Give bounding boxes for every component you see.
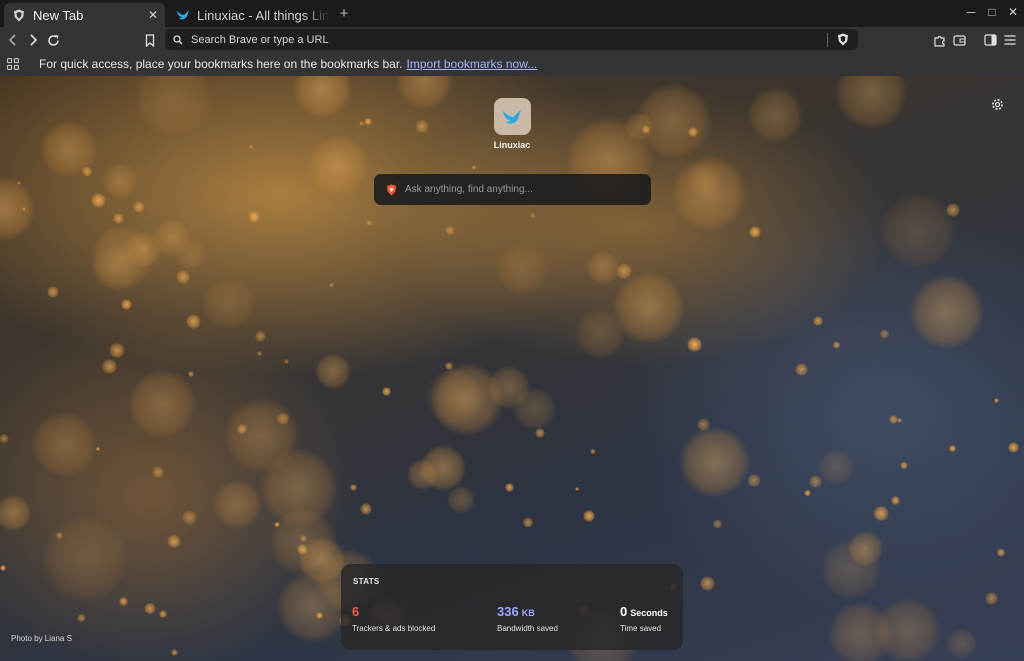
close-window-button[interactable]: ✕	[1005, 5, 1021, 19]
stat-trackers: 6 Trackers & ads blocked	[352, 604, 435, 633]
reload-button[interactable]	[44, 31, 62, 49]
tab-linuxiac[interactable]: Linuxiac - All things Linux	[168, 3, 330, 27]
extensions-button[interactable]	[930, 31, 948, 49]
settings-gear-icon[interactable]	[989, 96, 1005, 112]
search-icon	[171, 34, 185, 45]
sidebar-toggle-button[interactable]	[981, 31, 999, 49]
divider	[827, 32, 828, 47]
apps-grid-icon[interactable]	[7, 58, 21, 70]
tab-title: New Tab	[33, 7, 84, 23]
top-site-linuxiac[interactable]: Linuxiac	[492, 98, 532, 150]
forward-button[interactable]	[24, 31, 42, 49]
linuxiac-bird-icon	[503, 109, 521, 124]
tab-new-tab[interactable]: New Tab ✕	[4, 3, 165, 27]
new-tab-button[interactable]: +	[336, 5, 352, 22]
tab-strip: New Tab ✕ Linuxiac - All things Linux + …	[0, 0, 1024, 27]
brave-shields-icon[interactable]	[836, 33, 850, 46]
menu-button[interactable]	[1001, 31, 1019, 49]
bandwidth-unit: KB	[521, 608, 535, 618]
puzzle-icon	[933, 35, 945, 47]
bookmark-icon	[145, 33, 155, 47]
stats-widget: STATS 6 Trackers & ads blocked 336 KB Ban…	[341, 564, 683, 650]
reload-icon	[47, 34, 59, 46]
bookmarks-bar: For quick access, place your bookmarks h…	[0, 52, 1024, 76]
toolbar	[0, 27, 1024, 52]
bookmark-button[interactable]	[141, 31, 159, 49]
maximize-button[interactable]: □	[984, 5, 1000, 19]
bandwidth-value: 336	[497, 604, 519, 619]
sidebar-icon	[983, 34, 997, 46]
bandwidth-label: Bandwidth saved	[497, 624, 558, 633]
bookmarks-bar-message: For quick access, place your bookmarks h…	[39, 57, 403, 71]
trackers-label: Trackers & ads blocked	[352, 624, 436, 633]
top-site-name: Linuxiac	[493, 140, 531, 150]
minimize-button[interactable]: ─	[963, 5, 979, 19]
top-site-tile[interactable]	[493, 98, 531, 135]
import-bookmarks-link[interactable]: Import bookmarks now...	[407, 57, 538, 71]
back-button[interactable]	[4, 31, 22, 49]
time-value: 0	[620, 604, 628, 619]
tab-close-icon[interactable]: ✕	[145, 8, 161, 22]
wallet-button[interactable]	[950, 31, 968, 49]
linuxiac-bird-icon	[176, 8, 190, 22]
new-tab-page: Linuxiac STATS 6 Trackers & ads blocked …	[0, 76, 1024, 661]
ask-search-box[interactable]	[374, 174, 651, 205]
brave-logo-icon	[384, 184, 398, 196]
hamburger-menu-icon	[1004, 35, 1016, 45]
chevron-right-icon	[30, 34, 38, 46]
photo-credit: Photo by Liana S	[11, 634, 72, 643]
address-bar[interactable]	[165, 29, 858, 50]
chevron-left-icon	[8, 34, 16, 46]
stat-bandwidth: 336 KB Bandwidth saved	[497, 604, 558, 633]
address-input[interactable]	[191, 33, 827, 46]
time-unit: Seconds	[630, 608, 668, 618]
ask-input[interactable]	[405, 184, 651, 195]
stat-time: 0 Seconds Time saved	[620, 604, 668, 633]
trackers-value: 6	[352, 604, 360, 619]
time-label: Time saved	[620, 624, 662, 633]
stats-title: STATS	[353, 577, 380, 586]
brave-shield-icon	[12, 8, 26, 22]
wallet-icon	[952, 35, 966, 46]
tab-title: Linuxiac - All things Linux	[197, 7, 330, 23]
